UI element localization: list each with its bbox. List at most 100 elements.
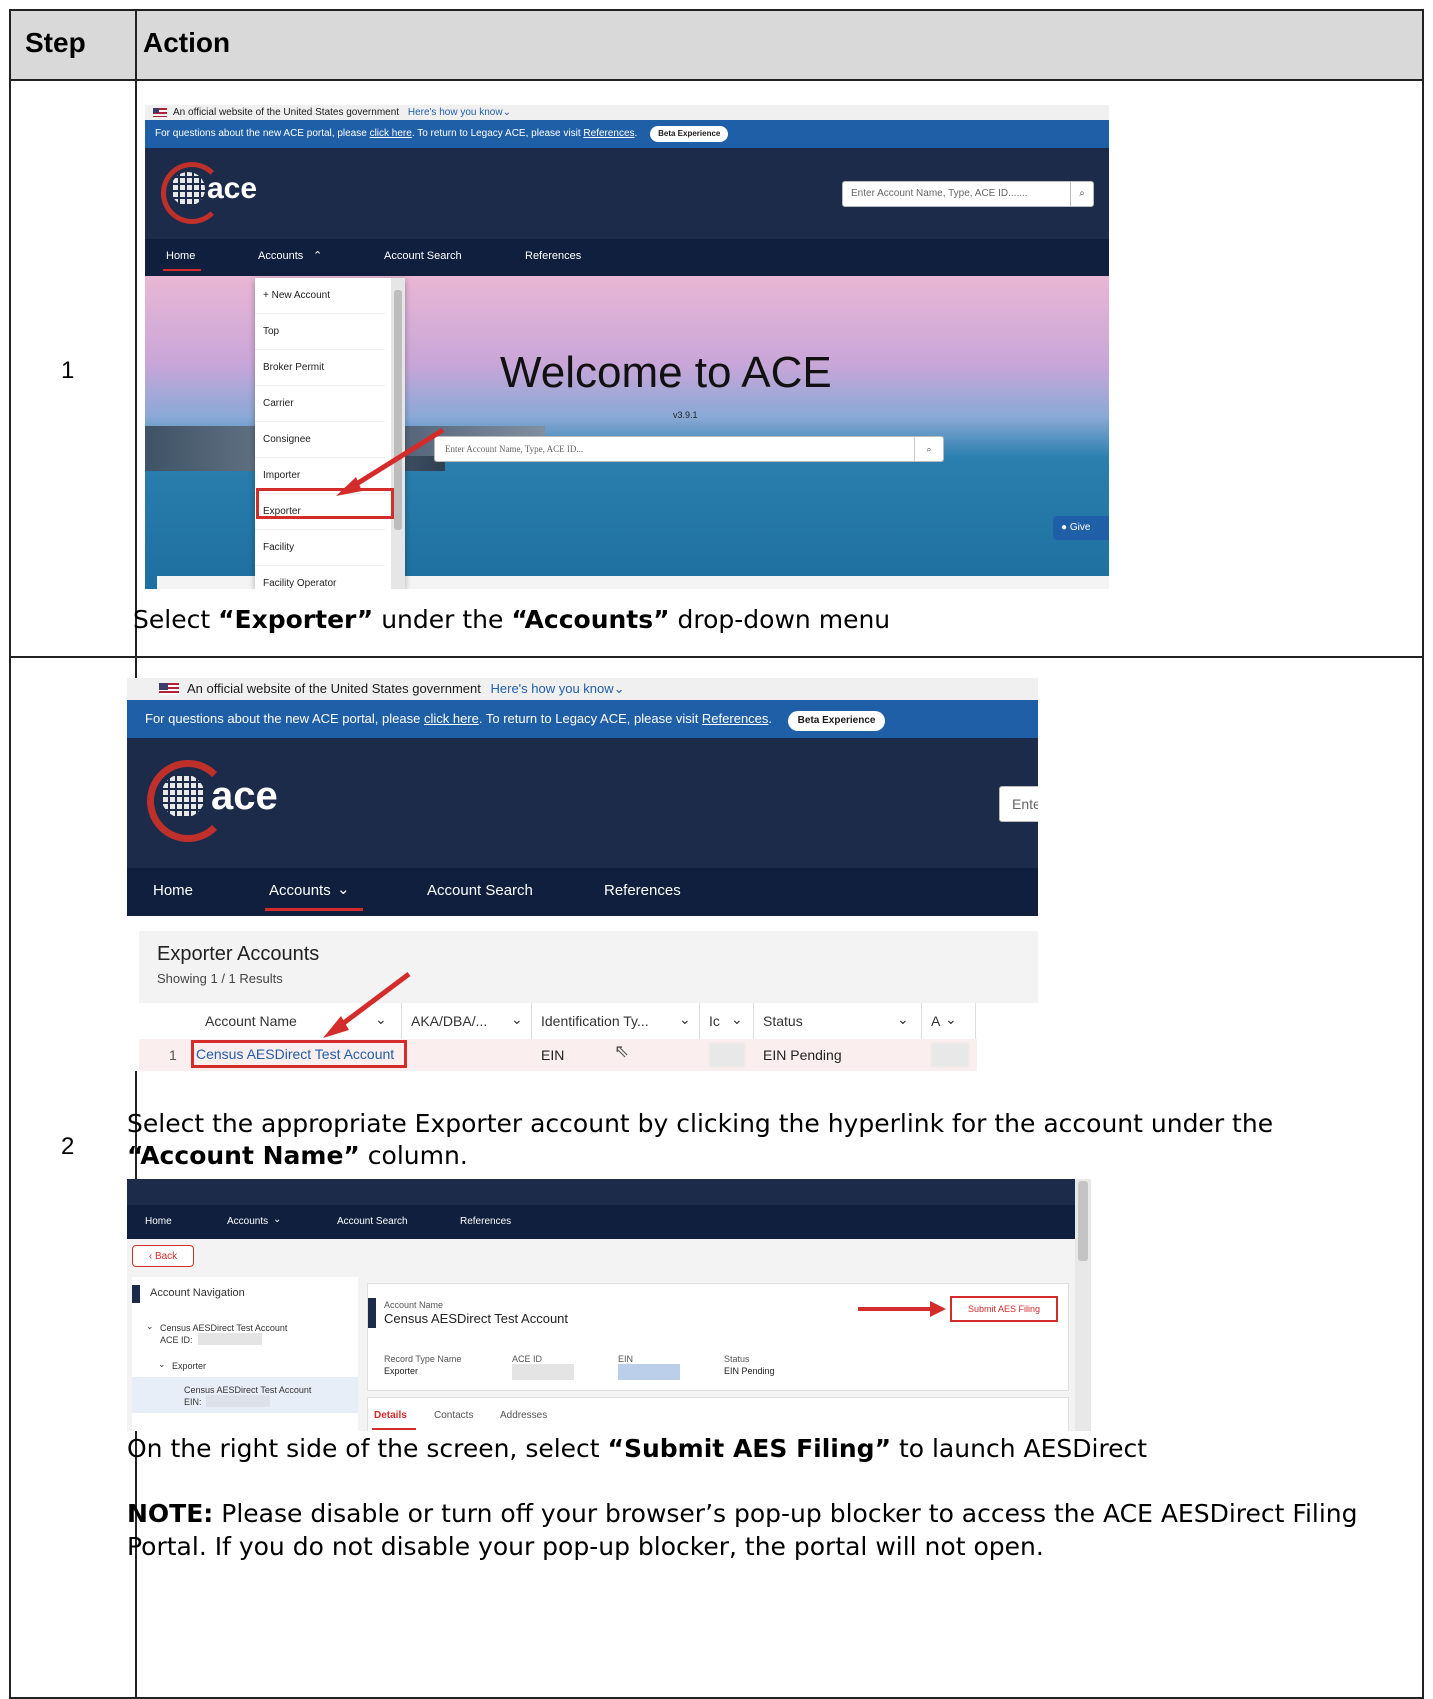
tree-account[interactable]: Census AESDirect Test Account	[160, 1323, 287, 1333]
chevron-down-icon[interactable]: ⌄	[731, 1011, 743, 1028]
account-navigation-panel: Account Navigation ⌄ Census AESDirect Te…	[132, 1277, 358, 1431]
nav-references[interactable]: References	[460, 1216, 511, 1227]
search-icon[interactable]: ⌕	[1070, 182, 1093, 206]
caption-text: Select	[133, 605, 219, 634]
how-know-link[interactable]: Here's how you know	[408, 107, 503, 118]
record-name: Census AESDirect Test Account	[384, 1311, 569, 1326]
chevron-down-icon[interactable]: ⌄	[146, 1321, 154, 1332]
search-placeholder: Ente	[1012, 796, 1038, 812]
col-identification-type[interactable]: Identification Ty...	[541, 1013, 649, 1029]
cursor-icon: ⇖	[614, 1041, 630, 1061]
header-search-input[interactable]: Enter Account Name, Type, ACE ID....... …	[842, 181, 1094, 207]
tab-details-underline	[372, 1428, 416, 1430]
feedback-button[interactable]: ● Give	[1053, 516, 1109, 540]
chevron-down-icon[interactable]: ⌄	[679, 1011, 691, 1028]
nav-accounts[interactable]: Accounts	[258, 250, 303, 262]
table-header-row: Account Name ⌄ AKA/DBA/... ⌄ Identificat…	[139, 1003, 977, 1040]
dropdown-item[interactable]: Broker Permit	[255, 350, 385, 386]
nav-accounts[interactable]: Accounts	[269, 882, 331, 899]
gov-banner-text: An official website of the United States…	[173, 107, 400, 118]
tree-selected-row[interactable]: Census AESDirect Test Account EIN:	[132, 1377, 358, 1413]
note-text-1: Please disable or turn off your browser’…	[213, 1499, 1358, 1528]
record-tabs: Details Contacts Addresses	[367, 1397, 1069, 1431]
hero-search-input[interactable]: Enter Account Name, Type, ACE ID... ⌕	[434, 436, 944, 462]
chevron-down-icon[interactable]: ⌄	[511, 1011, 523, 1028]
chevron-down-icon[interactable]: ⌄	[158, 1359, 166, 1370]
col-id[interactable]: Ic	[709, 1013, 720, 1029]
scrollbar-thumb[interactable]	[1078, 1181, 1088, 1261]
dropdown-item[interactable]: Facility	[255, 530, 385, 566]
step2-caption-line1: Select the appropriate Exporter account …	[127, 1109, 1274, 1138]
give-label: Give	[1069, 522, 1091, 533]
dropdown-item[interactable]: + New Account	[255, 278, 385, 314]
chevron-down-icon[interactable]: ⌄	[945, 1011, 957, 1028]
chevron-up-icon: ⌃	[313, 250, 323, 262]
col-divider	[921, 1003, 922, 1039]
nav-home[interactable]: Home	[145, 1216, 172, 1227]
caption-bold-accounts: “Accounts”	[511, 605, 670, 634]
tree-exporter[interactable]: Exporter	[172, 1361, 206, 1371]
tab-contacts[interactable]: Contacts	[434, 1410, 473, 1421]
info-text-2: . To return to Legacy ACE, please visit	[478, 711, 702, 726]
col-divider	[753, 1003, 754, 1039]
header-search-input[interactable]: Ente	[999, 786, 1038, 822]
dropdown-item[interactable]: Facility Operator	[255, 566, 385, 589]
chevron-down-icon[interactable]: ⌄	[897, 1011, 909, 1028]
chevron-down-icon: ⌄	[337, 881, 350, 898]
field-label-ein: EIN	[618, 1354, 634, 1364]
header-step: Step	[25, 27, 86, 58]
dropdown-item[interactable]: Carrier	[255, 386, 385, 422]
step-number-2: 2	[61, 1133, 75, 1160]
col-aka[interactable]: AKA/DBA/...	[411, 1013, 487, 1029]
nav-references[interactable]: References	[604, 882, 681, 899]
col-account-name[interactable]: Account Name	[205, 1013, 297, 1029]
how-know-link[interactable]: Here's how you know	[491, 681, 614, 696]
globe-icon	[171, 172, 205, 206]
red-arrow-icon	[323, 972, 411, 1038]
gov-banner: An official website of the United States…	[127, 678, 1038, 700]
nav-account-search[interactable]: Account Search	[427, 882, 533, 899]
col-a[interactable]: A	[931, 1013, 940, 1029]
submit-label: Submit AES Filing	[967, 1304, 1041, 1314]
tree-ace-id: ACE ID:	[160, 1335, 193, 1345]
nav-references[interactable]: References	[525, 250, 581, 262]
us-flag-icon	[153, 108, 167, 117]
ace-logo-text: ace	[211, 774, 278, 818]
col-divider	[975, 1003, 976, 1039]
nav-accent-bar	[132, 1285, 140, 1303]
step2-caption-line2: “Account Name” column.	[127, 1141, 468, 1170]
beta-badge[interactable]: Beta Experience	[650, 126, 729, 142]
search-icon[interactable]: ⌕	[914, 437, 943, 461]
field-value-status: EIN Pending	[724, 1366, 775, 1376]
caption-text: On the right side of the screen, select	[127, 1434, 608, 1463]
caption-bold-exporter: “Exporter”	[218, 605, 374, 634]
beta-badge[interactable]: Beta Experience	[787, 711, 886, 731]
page-scrollbar[interactable]	[1075, 1179, 1091, 1431]
dropdown-item[interactable]: Top	[255, 314, 385, 350]
back-button[interactable]: ‹ Back	[132, 1245, 194, 1267]
row-number: 1	[169, 1047, 177, 1063]
info-bar: For questions about the new ACE portal, …	[127, 700, 1038, 738]
click-here-link[interactable]: click here	[370, 128, 412, 139]
tab-details[interactable]: Details	[374, 1410, 407, 1421]
info-text-3: .	[768, 711, 773, 726]
header-band: ace Ente	[127, 738, 1038, 868]
col-status[interactable]: Status	[763, 1013, 803, 1029]
ace-logo-text: ace	[207, 172, 258, 205]
nav-accounts[interactable]: Accounts	[227, 1216, 268, 1227]
field-label-record-type: Record Type Name	[384, 1354, 462, 1364]
references-link[interactable]: References	[583, 128, 634, 139]
note-bold: NOTE:	[127, 1499, 214, 1528]
main-nav: Home Accounts ⌄ Account Search Reference…	[127, 1205, 1091, 1239]
content-area: ‹ Back Account Navigation ⌄ Census AESDi…	[127, 1239, 1075, 1431]
click-here-link[interactable]: click here	[424, 711, 479, 726]
table-header: Step Action	[11, 11, 1422, 81]
caption-bold-account-name: “Account Name”	[127, 1141, 360, 1170]
tab-addresses[interactable]: Addresses	[500, 1410, 547, 1421]
nav-home[interactable]: Home	[153, 882, 193, 899]
nav-account-search[interactable]: Account Search	[337, 1216, 408, 1227]
nav-home[interactable]: Home	[166, 250, 195, 262]
submit-aes-filing-button[interactable]: Submit AES Filing	[950, 1296, 1058, 1322]
nav-account-search[interactable]: Account Search	[384, 250, 462, 262]
references-link[interactable]: References	[702, 711, 768, 726]
